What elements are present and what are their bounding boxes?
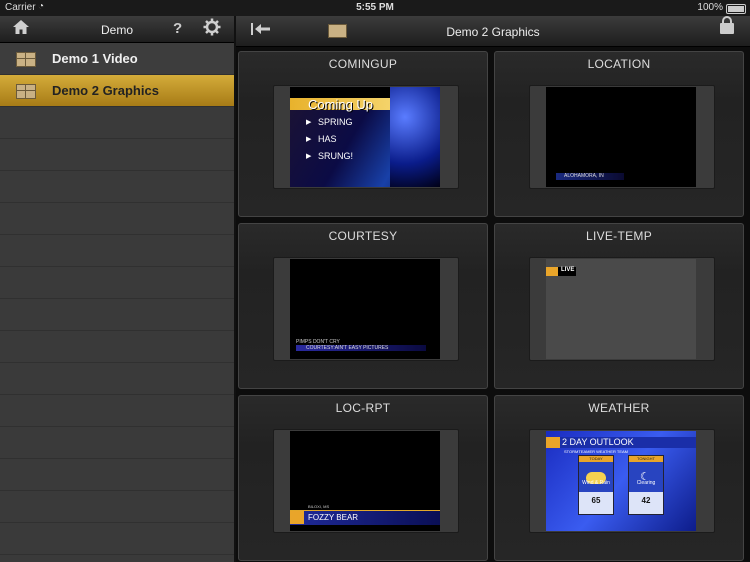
preview-frame: BILOXI, MS FOZZY BEAR [273,429,459,533]
tile-comingup[interactable]: COMINGUP Coming Up ▶ SPRING ▶ HAS ▶ SRUN… [238,51,488,217]
battery-icon [726,4,746,14]
sidebar-item-label: Demo 2 Graphics [52,83,159,98]
preview-screen: 2 DAY OUTLOOK STORMTEAMER WEATHER TEAM T… [546,431,696,531]
preview-frame: Coming Up ▶ SPRING ▶ HAS ▶ SRUNG! [273,85,459,189]
preview-screen: PIMPS DON'T CRY COURTESY:AIN'T EASY PICT… [290,259,440,359]
empty-row [0,331,234,363]
preview-item: SPRING [318,117,353,127]
preview-screen: Coming Up ▶ SPRING ▶ HAS ▶ SRUNG! [290,87,440,187]
courtesy-line-2: COURTESY:AIN'T EASY PICTURES [296,345,426,351]
preview-frame: LIVE [529,257,715,361]
preview-screen: ALOHAMORA, IN [546,87,696,187]
tile-label: LOCATION [587,57,651,71]
lower-third-accent [290,511,304,524]
main-header: Demo 2 Graphics [236,16,750,47]
empty-row [0,107,234,139]
preview-frame: PIMPS DON'T CRY COURTESY:AIN'T EASY PICT… [273,257,459,361]
empty-row [0,395,234,427]
empty-row [0,139,234,171]
preview-item: HAS [318,134,337,144]
live-tag: LIVE [546,267,576,276]
empty-row [0,523,234,555]
preview-frame: ALOHAMORA, IN [529,85,715,189]
tile-label: LOC-RPT [335,401,391,415]
empty-row [0,427,234,459]
bullet-arrow-icon: ▶ [306,136,312,143]
weather-title-accent [546,437,560,448]
graphic-thumbnail-icon [16,84,36,99]
main-pane: Demo 2 Graphics COMINGUP Coming Up ▶ SPR… [236,16,750,562]
preview-screen: BILOXI, MS FOZZY BEAR [290,431,440,531]
preview-graphic [390,87,440,187]
graphic-thumbnail-icon [16,52,36,67]
tile-label: COURTESY [328,229,398,243]
forecast-description: Wind & Rain [582,480,610,486]
tile-courtesy[interactable]: COURTESY PIMPS DON'T CRY COURTESY:AIN'T … [238,223,488,389]
lock-icon[interactable] [720,16,734,34]
preview-item: SRUNG! [318,151,354,161]
tile-label: WEATHER [588,401,650,415]
empty-row [0,459,234,491]
weather-title-bar: 2 DAY OUTLOOK [546,437,696,448]
clock: 5:55 PM [356,2,394,13]
forecast-panel-today: TODAY Wind & Rain 65 [578,455,614,515]
empty-row [0,203,234,235]
empty-row [0,267,234,299]
forecast-description: Clearing [636,480,656,486]
location-strip: ALOHAMORA, IN [556,173,624,180]
sidebar-item-demo-1-video[interactable]: Demo 1 Video [0,43,234,75]
reporter-name: FOZZY BEAR [308,513,359,522]
tile-weather[interactable]: WEATHER 2 DAY OUTLOOK STORMTEAMER WEATHE… [494,395,744,561]
forecast-graphic: ☾ [629,462,663,492]
forecast-graphic [579,462,613,492]
preview-title: Coming Up [308,97,374,112]
empty-row [0,491,234,523]
page-title: Demo 2 Graphics [446,25,540,39]
empty-row [0,363,234,395]
graphics-grid: COMINGUP Coming Up ▶ SPRING ▶ HAS ▶ SRUN… [236,47,750,562]
help-icon[interactable]: ? [173,20,182,37]
tile-label: LIVE-TEMP [585,229,653,243]
sidebar-item-label: Demo 1 Video [52,51,138,66]
forecast-panel-tonight: TONIGHT ☾ Clearing 42 [628,455,664,515]
report-location: BILOXI, MS [308,504,330,509]
sidebar: Demo ? Demo 1 Video Demo 2 Graphics [0,16,234,562]
empty-row [0,171,234,203]
sidebar-header: Demo ? [0,16,234,43]
sidebar-title: Demo [100,23,133,37]
tile-live-temp[interactable]: LIVE-TEMP LIVE [494,223,744,389]
preview-screen: LIVE [546,259,696,359]
status-bar: Carrier ◔ 5:55 PM 100% [0,0,750,16]
preview-frame: 2 DAY OUTLOOK STORMTEAMER WEATHER TEAM T… [529,429,715,533]
forecast-temperature: 65 [591,496,601,505]
live-tag-accent [546,267,558,276]
empty-row [0,235,234,267]
weather-subtitle: STORMTEAMER WEATHER TEAM [564,449,629,454]
tile-loc-rpt[interactable]: LOC-RPT BILOXI, MS FOZZY BEAR [238,395,488,561]
forecast-temperature: 42 [641,496,651,505]
gear-icon[interactable] [203,18,221,40]
tile-location[interactable]: LOCATION ALOHAMORA, IN [494,51,744,217]
sidebar-item-demo-2-graphics[interactable]: Demo 2 Graphics [0,75,234,107]
weather-title: 2 DAY OUTLOOK [562,437,634,447]
bullet-arrow-icon: ▶ [306,153,312,160]
bullet-arrow-icon: ▶ [306,119,312,126]
tile-label: COMINGUP [328,57,398,71]
live-tag-text: LIVE [561,267,575,273]
battery-percent: 100% [697,2,723,13]
empty-row [0,299,234,331]
sidebar-list: Demo 1 Video Demo 2 Graphics [0,43,234,555]
